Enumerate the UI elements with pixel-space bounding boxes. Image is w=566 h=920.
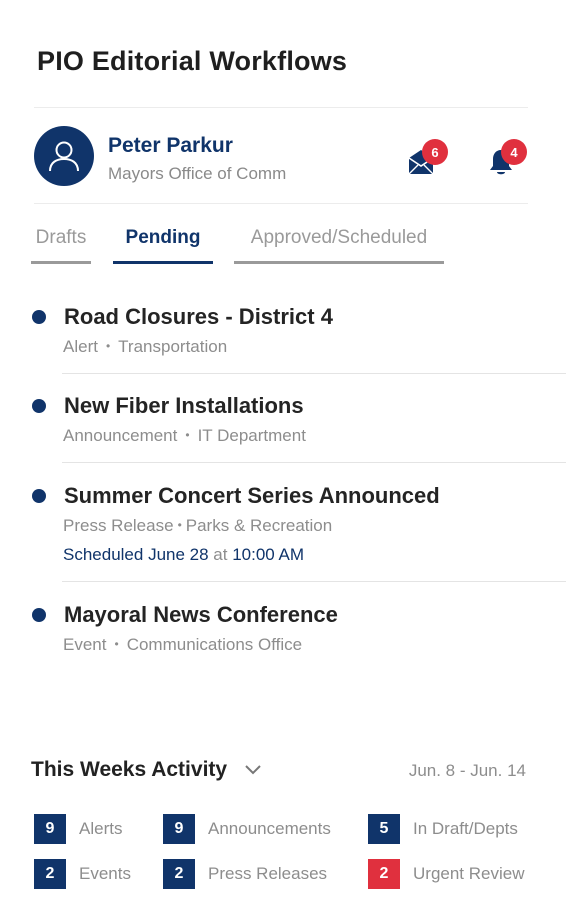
user-organization: Mayors Office of Comm (108, 164, 287, 183)
status-dot (32, 489, 46, 503)
item-meta: Press Release • Parks & Recreation (63, 516, 333, 535)
status-dot (32, 399, 46, 413)
messages-count-badge: 6 (422, 139, 448, 165)
schedule-at: at (213, 545, 228, 564)
user-profile: Peter Parkur Mayors Office of Comm (34, 126, 534, 186)
alerts-count-badge: 4 (501, 139, 527, 165)
tab-pending[interactable]: Pending (113, 224, 213, 264)
schedule-time: 10:00 AM (232, 545, 305, 564)
user-icon (49, 141, 79, 172)
stat-count: 5 (368, 814, 400, 844)
stat-count: 9 (34, 814, 66, 844)
divider (34, 107, 528, 108)
item-title: New Fiber Installations (64, 393, 304, 418)
list-item[interactable]: New Fiber Installations Announcement • IT … (0, 389, 566, 464)
item-department: IT Department (197, 426, 306, 445)
item-meta: Announcement • IT Department (63, 426, 306, 445)
list-item[interactable]: Road Closures - District 4 Alert • Transpo… (0, 300, 566, 375)
item-title: Summer Concert Series Announced (64, 483, 440, 508)
item-meta: Event • Communications Office (63, 635, 303, 654)
item-type: Announcement (63, 426, 178, 445)
stat-label: Events (79, 864, 131, 883)
chevron-down-icon[interactable] (244, 763, 262, 777)
stat-alerts[interactable]: 9 Alerts (34, 814, 154, 844)
stat-count: 2 (163, 859, 195, 889)
tab-approved-scheduled[interactable]: Approved/Scheduled (234, 224, 444, 264)
stat-label: Alerts (79, 819, 123, 838)
list-item[interactable]: Summer Concert Series Announced Press Re… (0, 479, 566, 583)
schedule-info: Scheduled June 28 at 10:00 AM (63, 545, 304, 565)
item-type: Event (63, 635, 107, 654)
item-department: Parks & Recreation (185, 516, 333, 535)
stat-press-releases[interactable]: 2 Press Releases (163, 859, 353, 889)
stat-label: Urgent Review (413, 864, 525, 883)
item-title: Mayoral News Conference (64, 602, 338, 627)
item-title: Road Closures - District 4 (64, 304, 333, 329)
item-department: Transportation (118, 337, 228, 356)
stat-urgent-review[interactable]: 2 Urgent Review (368, 859, 538, 889)
tab-label: Drafts (35, 227, 87, 248)
stat-announcements[interactable]: 9 Announcements (163, 814, 353, 844)
list-item[interactable]: Mayoral News Conference Event • Communicat… (0, 598, 566, 668)
stat-label: Announcements (208, 819, 331, 838)
status-dot (32, 608, 46, 622)
item-type: Alert (63, 337, 98, 356)
divider (34, 203, 528, 204)
activity-title: This Weeks Activity (31, 758, 228, 781)
tab-label: Approved/Scheduled (250, 227, 428, 248)
avatar[interactable] (34, 126, 94, 186)
stat-label: In Draft/Depts (413, 819, 518, 838)
status-tabs: Drafts Pending Approved/Scheduled (0, 224, 566, 264)
stat-in-draft[interactable]: 5 In Draft/Depts (368, 814, 538, 844)
stat-count: 2 (368, 859, 400, 889)
schedule-date: Scheduled June 28 (63, 545, 209, 564)
status-dot (32, 310, 46, 324)
date-range: Jun. 8 - Jun. 14 (408, 761, 526, 780)
stat-events[interactable]: 2 Events (34, 859, 154, 889)
alerts-button[interactable]: 4 (488, 139, 527, 175)
messages-button[interactable]: 6 (407, 139, 448, 175)
item-type: Press Release (63, 516, 174, 535)
stat-count: 9 (163, 814, 195, 844)
item-department: Communications Office (126, 635, 303, 654)
tab-label: Pending (125, 227, 201, 248)
tab-drafts[interactable]: Drafts (31, 224, 91, 264)
user-name: Peter Parkur (108, 134, 233, 157)
stat-count: 2 (34, 859, 66, 889)
item-meta: Alert • Transportation (63, 337, 228, 356)
stat-label: Press Releases (208, 864, 328, 883)
page-title: PIO Editorial Workflows (37, 46, 348, 76)
